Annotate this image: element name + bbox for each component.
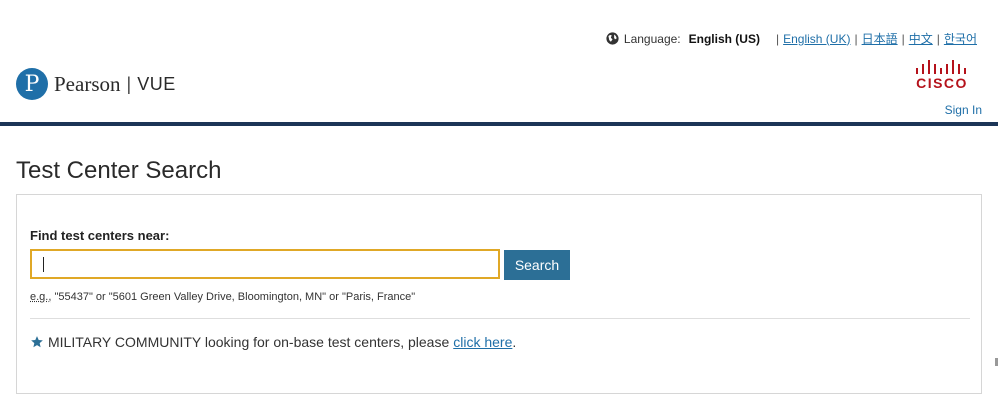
search-button[interactable]: Search: [504, 250, 570, 280]
logo-name: Pearson: [54, 71, 121, 96]
text-caret: [43, 257, 44, 272]
find-label: Find test centers near:: [30, 228, 170, 243]
language-link-japanese[interactable]: 日本語: [862, 30, 898, 47]
cisco-logo: CISCO: [914, 58, 970, 90]
section-divider: [30, 318, 970, 319]
language-separator: |: [775, 31, 780, 46]
language-bar: Language: English (US) | English (UK) | …: [606, 30, 977, 47]
language-separator: |: [854, 31, 858, 46]
example-text: "55437" or "5601 Green Valley Drive, Blo…: [51, 291, 416, 303]
sign-in-link[interactable]: Sign In: [945, 103, 982, 117]
language-separator: |: [936, 31, 940, 46]
cisco-wordmark: CISCO: [916, 75, 968, 91]
cisco-bars-icon: [916, 60, 966, 74]
language-link-korean[interactable]: 한국어: [944, 30, 977, 47]
header-divider: [0, 122, 998, 126]
star-icon: [31, 336, 43, 348]
military-text: MILITARY COMMUNITY looking for on-base t…: [48, 334, 450, 350]
language-link-english-uk[interactable]: English (UK): [783, 32, 850, 46]
example-prefix: e.g.,: [30, 291, 52, 303]
logo-divider: |: [126, 73, 132, 94]
scrollbar[interactable]: [995, 358, 998, 366]
language-separator: |: [901, 31, 905, 46]
search-panel: Find test centers near: Search e.g., "55…: [16, 194, 982, 394]
logo-sub: VUE: [137, 73, 176, 94]
language-label: Language:: [623, 31, 681, 46]
pearson-vue-logo[interactable]: P Pearson | VUE: [16, 68, 176, 100]
military-suffix: .: [512, 334, 517, 350]
page-header: Language: English (US) | English (UK) | …: [0, 0, 1000, 122]
current-language: English (US): [688, 31, 760, 46]
language-link-chinese[interactable]: 中文: [909, 30, 933, 47]
example-hint: e.g., "55437" or "5601 Green Valley Driv…: [30, 291, 415, 303]
globe-icon: [606, 32, 619, 45]
search-input[interactable]: [30, 249, 500, 279]
military-click-here-link[interactable]: click here: [453, 334, 512, 350]
military-notice: MILITARY COMMUNITY looking for on-base t…: [30, 334, 516, 350]
pearson-logo-mark-icon: P: [16, 68, 48, 100]
page-title: Test Center Search: [16, 157, 222, 184]
